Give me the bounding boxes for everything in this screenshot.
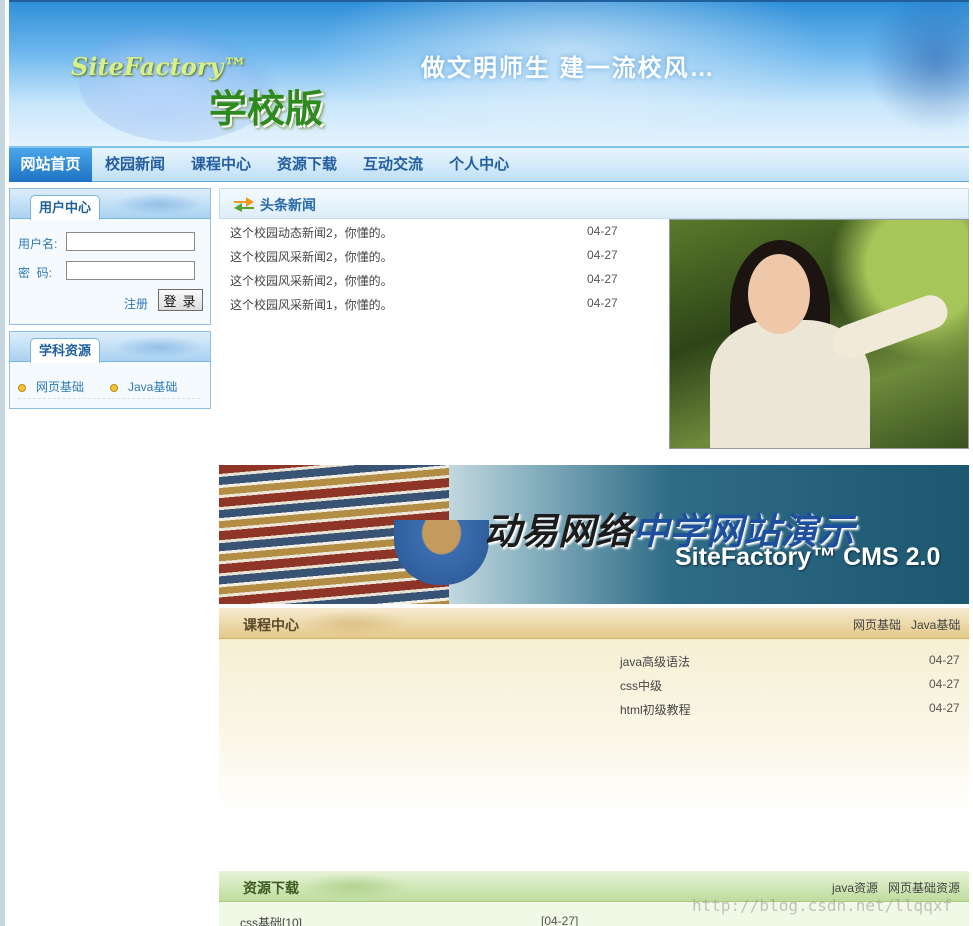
- subject-resources-header: 学科资源: [10, 332, 210, 363]
- photo-face: [748, 254, 810, 334]
- bullet-icon: [18, 384, 26, 392]
- headline-news-title: 头条新闻: [260, 197, 316, 213]
- username-input[interactable]: [66, 232, 195, 251]
- news-date: 04-27: [587, 296, 618, 310]
- course-center-header: 课程中心 网页基础 Java基础: [219, 608, 969, 639]
- resource-link-web-basics[interactable]: 网页基础资源: [888, 879, 960, 896]
- watermark-text: http://blog.csdn.net/llqqxf: [692, 896, 953, 915]
- course-date: 04-27: [929, 701, 960, 715]
- course-item[interactable]: java高级语法: [620, 653, 690, 670]
- username-label: 用户名:: [18, 237, 58, 251]
- subject-resources-panel: 学科资源 网页基础 Java基础: [9, 331, 211, 409]
- page: SiteFactory™ 学校版 做文明师生 建一流校风… 网站首页 校园新闻 …: [0, 0, 973, 926]
- banner-floral-decoration: [859, 2, 969, 148]
- nav-item-campus-news[interactable]: 校园新闻: [92, 148, 178, 182]
- course-date: 04-27: [929, 653, 960, 667]
- course-center-title: 课程中心: [243, 617, 299, 633]
- news-date: 04-27: [587, 248, 618, 262]
- news-item[interactable]: 这个校园风采新闻2，你懂的。: [230, 272, 393, 289]
- brand-logo-text: SiteFactory™: [71, 52, 248, 81]
- nav-item-resource-download[interactable]: 资源下载: [264, 148, 350, 182]
- headline-news-header: 头条新闻: [219, 188, 969, 219]
- header-swirl-decoration: [299, 873, 409, 899]
- user-center-panel: 用户中心 用户名: 密 码: 注册 登录: [9, 188, 211, 325]
- subject-resources-title: 学科资源: [30, 338, 101, 363]
- nav-item-course-center[interactable]: 课程中心: [178, 148, 264, 182]
- user-center-header: 用户中心: [10, 189, 210, 220]
- news-date: 04-27: [587, 224, 618, 238]
- promo-subtitle: SiteFactory™ CMS 2.0: [675, 543, 941, 571]
- banner-slogan: 做文明师生 建一流校风…: [421, 55, 716, 82]
- subject-item-java-basics[interactable]: Java基础: [110, 378, 177, 395]
- course-date: 04-27: [929, 677, 960, 691]
- course-link-web-basics[interactable]: 网页基础: [853, 616, 901, 633]
- header-banner: SiteFactory™ 学校版 做文明师生 建一流校风…: [9, 0, 969, 148]
- resource-link-java[interactable]: java资源: [832, 879, 878, 896]
- course-item[interactable]: css中级: [620, 677, 662, 694]
- nav-item-home[interactable]: 网站首页: [9, 148, 92, 182]
- promo-banner[interactable]: 动易网络中学网站演示 SiteFactory™ CMS 2.0: [219, 465, 969, 604]
- course-item[interactable]: html初级教程: [620, 701, 691, 718]
- resource-item[interactable]: css基础[10]: [240, 914, 302, 926]
- user-center-title: 用户中心: [30, 195, 101, 220]
- nav-item-interaction[interactable]: 互动交流: [350, 148, 436, 182]
- promo-title-part1: 动易网络: [484, 511, 632, 552]
- password-input[interactable]: [66, 261, 195, 280]
- resource-date: [04-27]: [541, 914, 579, 926]
- subject-item-web-basics[interactable]: 网页基础: [18, 378, 84, 395]
- photo-arm: [827, 290, 953, 364]
- resource-download-title: 资源下载: [243, 880, 299, 896]
- arrows-exchange-icon: [234, 197, 254, 212]
- news-item[interactable]: 这个校园动态新闻2，你懂的。: [230, 224, 393, 241]
- nav-item-personal-center[interactable]: 个人中心: [436, 148, 522, 182]
- course-link-java-basics[interactable]: Java基础: [911, 616, 960, 633]
- password-label: 密 码:: [18, 266, 53, 280]
- bullet-icon: [110, 384, 118, 392]
- dotted-divider: [18, 398, 200, 399]
- headline-photo[interactable]: [669, 219, 969, 449]
- header-swirl-decoration: [114, 336, 204, 358]
- header-swirl-decoration: [114, 193, 204, 215]
- subject-item-label: 网页基础: [36, 380, 85, 394]
- course-center-body: [219, 639, 969, 819]
- main-nav: 网站首页 校园新闻 课程中心 资源下载 互动交流 个人中心: [9, 146, 969, 182]
- news-item[interactable]: 这个校园风采新闻1，你懂的。: [230, 296, 393, 313]
- brand-edition-title: 学校版: [209, 89, 324, 131]
- login-button[interactable]: 登录: [158, 289, 203, 311]
- subject-item-label: Java基础: [128, 380, 178, 394]
- header-swirl-decoration: [299, 610, 409, 636]
- news-item[interactable]: 这个校园风采新闻2，你懂的。: [230, 248, 393, 265]
- news-date: 04-27: [587, 272, 618, 286]
- left-rail: [0, 0, 5, 926]
- register-link[interactable]: 注册: [124, 295, 148, 312]
